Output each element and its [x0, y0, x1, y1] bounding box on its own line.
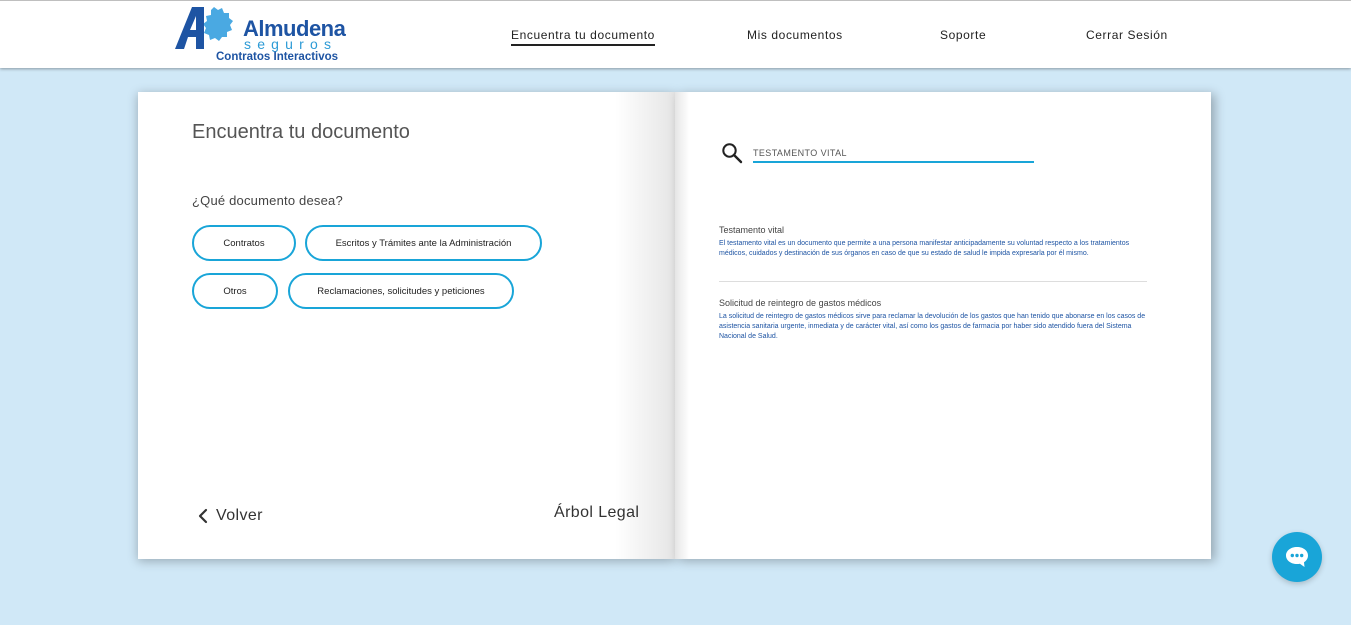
result-item-reintegro-gastos[interactable]: Solicitud de reintegro de gastos médicos…	[719, 298, 1147, 342]
category-reclamaciones-button[interactable]: Reclamaciones, solicitudes y peticiones	[288, 273, 514, 309]
result-item-testamento-vital[interactable]: Testamento vital El testamento vital es …	[719, 225, 1147, 259]
category-escritos-button[interactable]: Escritos y Trámites ante la Administraci…	[305, 225, 542, 261]
search-results-panel: Testamento vital El testamento vital es …	[675, 92, 1211, 559]
chat-button[interactable]	[1272, 532, 1322, 582]
brand-subtitle: seguros	[244, 36, 338, 52]
search-input[interactable]	[753, 144, 1034, 163]
nav-my-documents[interactable]: Mis documentos	[747, 27, 843, 43]
chevron-left-icon	[198, 508, 208, 524]
search-icon[interactable]	[721, 142, 743, 164]
page-title: Encuentra tu documento	[192, 121, 410, 143]
nav-find-document[interactable]: Encuentra tu documento	[511, 27, 655, 46]
document-finder-panel: Encuentra tu documento ¿Qué documento de…	[138, 92, 675, 559]
result-description: El testamento vital es un documento que …	[719, 240, 1130, 257]
logo-a-mark	[175, 7, 233, 49]
back-label: Volver	[216, 507, 263, 524]
category-otros-button[interactable]: Otros	[192, 273, 278, 309]
result-divider	[719, 281, 1147, 282]
brand-logo[interactable]: Almudena seguros Contratos Interactivos	[174, 5, 349, 65]
legal-tree-link[interactable]: Árbol Legal	[554, 503, 639, 523]
result-title: Solicitud de reintegro de gastos médicos	[719, 298, 882, 308]
back-button[interactable]: Volver	[196, 506, 263, 526]
category-contratos-button[interactable]: Contratos	[192, 225, 296, 261]
result-description: La solicitud de reintegro de gastos médi…	[719, 313, 1146, 340]
chat-bubble-icon	[1286, 547, 1308, 567]
nav-support[interactable]: Soporte	[940, 27, 986, 43]
document-question: ¿Qué documento desea?	[192, 193, 343, 208]
top-navbar: Almudena seguros Contratos Interactivos …	[0, 0, 1351, 68]
brand-tagline: Contratos Interactivos	[216, 51, 339, 63]
nav-logout[interactable]: Cerrar Sesión	[1086, 27, 1168, 43]
result-title: Testamento vital	[719, 225, 785, 235]
